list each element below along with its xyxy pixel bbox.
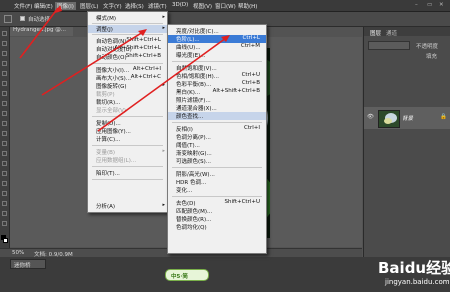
arrow-to-image-menu	[19, 7, 59, 59]
arrow-to-levels	[97, 37, 227, 132]
arrow-to-adjustments	[41, 31, 144, 96]
annotation-arrows	[19, 5, 230, 132]
